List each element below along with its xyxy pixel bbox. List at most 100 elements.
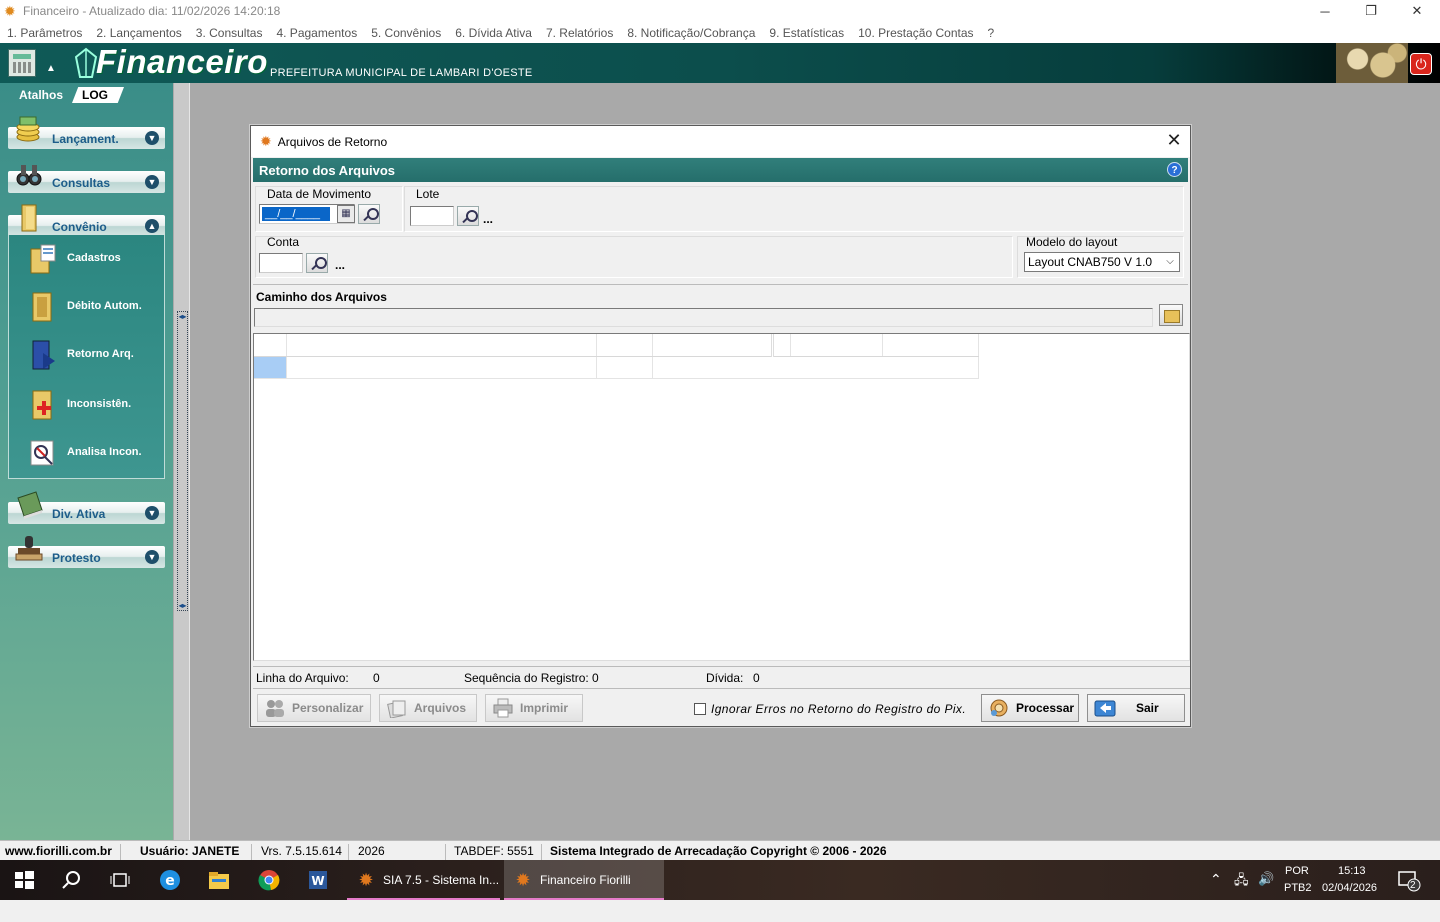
shortcuts-sidebar: Atalhos LOG Lançament. ▼ Consultas ▼ Con… xyxy=(0,83,173,840)
menu-lancamentos[interactable]: 2. Lançamentos xyxy=(96,26,181,40)
menu-prestacao-contas[interactable]: 10. Prestação Contas xyxy=(858,26,973,40)
grid-cell-selected[interactable] xyxy=(254,356,287,379)
search-data-button[interactable] xyxy=(358,204,380,224)
power-icon[interactable]: ⏻ xyxy=(1410,53,1432,75)
chevron-down-icon[interactable]: ▼ xyxy=(145,175,159,189)
splitter-grip[interactable]: ◂▸ ◂▸ xyxy=(177,311,188,611)
menu-divida-ativa[interactable]: 6. Dívida Ativa xyxy=(455,26,532,40)
menu-estatisticas[interactable]: 9. Estatísticas xyxy=(769,26,844,40)
grid-header-row xyxy=(254,334,979,357)
file-explorer-icon[interactable] xyxy=(207,868,231,892)
site-url[interactable]: www.fiorilli.com.br xyxy=(5,844,121,860)
tab-atalhos[interactable]: Atalhos xyxy=(19,88,63,102)
grid-cell[interactable] xyxy=(772,356,790,379)
collapse-left-icon[interactable]: ◂▸ xyxy=(178,312,187,321)
sidebar-item-cadastros[interactable]: Cadastros xyxy=(9,239,164,279)
tab-log[interactable]: LOG xyxy=(72,87,124,103)
menu-consultas[interactable]: 3. Consultas xyxy=(196,26,263,40)
taskbar-app-financeiro[interactable]: ✹ Financeiro Fiorilli xyxy=(504,860,664,900)
tray-chevron-icon[interactable]: ⌃ xyxy=(1210,871,1222,911)
arquivos-retorno-dialog: ✹ Arquivos de Retorno ✕ Retorno dos Arqu… xyxy=(250,125,1191,727)
minimize-button[interactable]: ─ xyxy=(1302,0,1348,22)
personalizar-button[interactable]: Personalizar xyxy=(257,694,371,722)
taskbar-app-sia[interactable]: ✹ SIA 7.5 - Sistema In... xyxy=(347,860,500,900)
fiorilli-app-icon: ✹ xyxy=(515,870,531,890)
grid-header-cell[interactable] xyxy=(596,334,653,357)
caret-up-icon[interactable]: ▲ xyxy=(46,63,56,74)
close-window-button[interactable]: ✕ xyxy=(1394,0,1440,22)
sidebar-splitter[interactable]: ◂▸ ◂▸ xyxy=(173,83,190,840)
arquivos-button[interactable]: Arquivos xyxy=(379,694,477,722)
processar-button[interactable]: Processar xyxy=(981,694,1079,722)
menu-notificacao[interactable]: 8. Notificação/Cobrança xyxy=(627,26,755,40)
grid-header-cell[interactable] xyxy=(772,334,791,357)
search-icon[interactable] xyxy=(60,868,84,892)
grid-header-cell[interactable] xyxy=(882,334,979,357)
word-icon[interactable]: W xyxy=(306,868,330,892)
sidebar-group-div-ativa[interactable]: Div. Ativa ▼ xyxy=(8,491,165,524)
chevron-down-icon[interactable]: ▼ xyxy=(145,131,159,145)
grid-cell[interactable] xyxy=(652,356,772,379)
chevron-up-icon[interactable]: ▲ xyxy=(145,219,159,233)
sidebar-item-retorno-arq[interactable]: Retorno Arq. xyxy=(9,335,164,375)
modelo-layout-select[interactable]: Layout CNAB750 V 1.0 ⌵ xyxy=(1024,252,1180,272)
sidebar-group-protesto[interactable]: Protesto ▼ xyxy=(8,536,165,568)
grid-header-cell[interactable] xyxy=(652,334,774,357)
restore-button[interactable]: ❐ xyxy=(1348,0,1394,22)
grid-header-cell[interactable] xyxy=(286,334,597,357)
search-conta-button[interactable] xyxy=(306,253,328,273)
ignorar-erros-checkbox[interactable] xyxy=(694,703,706,715)
imprimir-button[interactable]: Imprimir xyxy=(485,694,583,722)
grid-cell[interactable] xyxy=(286,356,597,379)
imprimir-label: Imprimir xyxy=(520,701,569,715)
grid-cell[interactable] xyxy=(596,356,653,379)
caminho-arquivos-input[interactable] xyxy=(254,308,1153,327)
arquivos-grid[interactable] xyxy=(253,333,1190,661)
sequencia-registro-label: Sequência do Registro: xyxy=(464,671,589,685)
chrome-icon[interactable] xyxy=(257,868,281,892)
calendar-icon[interactable]: ▦ xyxy=(337,205,355,223)
menu-help[interactable]: ? xyxy=(988,26,995,40)
calculator-icon[interactable] xyxy=(8,49,36,77)
modelo-layout-label: Modelo do layout xyxy=(1026,235,1118,249)
collapse-right-icon[interactable]: ◂▸ xyxy=(178,601,187,610)
task-view-icon[interactable] xyxy=(108,868,132,892)
chevron-down-icon[interactable]: ▼ xyxy=(145,506,159,520)
volume-icon[interactable]: 🔊 xyxy=(1258,871,1274,911)
menu-relatorios[interactable]: 7. Relatórios xyxy=(546,26,613,40)
network-icon[interactable]: 🖧 xyxy=(1234,871,1249,911)
menu-parametros[interactable]: 1. Parâmetros xyxy=(7,26,82,40)
divida-label: Dívida: xyxy=(706,671,744,685)
divider xyxy=(253,284,1188,285)
grid-header-cell[interactable] xyxy=(790,334,883,357)
browse-folder-button[interactable] xyxy=(1159,304,1183,326)
windows-start-icon[interactable] xyxy=(12,868,36,892)
chevron-down-icon[interactable]: ▼ xyxy=(145,550,159,564)
grid-cell[interactable] xyxy=(882,356,979,379)
keyboard-layout-indicator[interactable]: PTB2 xyxy=(1284,882,1312,922)
lote-input[interactable] xyxy=(410,206,454,226)
sair-label: Sair xyxy=(1136,701,1159,715)
sidebar-item-debito-autom[interactable]: Débito Autom. xyxy=(9,287,164,327)
exit-icon xyxy=(1094,700,1116,717)
edge-icon[interactable]: e xyxy=(158,868,182,892)
sidebar-header: Atalhos LOG xyxy=(0,83,173,105)
menu-pagamentos[interactable]: 4. Pagamentos xyxy=(276,26,357,40)
grid-header-cell[interactable] xyxy=(254,334,287,357)
sair-button[interactable]: Sair xyxy=(1087,694,1185,722)
sidebar-item-inconsistencias[interactable]: Inconsistên. xyxy=(9,385,164,425)
sidebar-group-convenio[interactable]: Convênio ▲ xyxy=(8,204,165,237)
conta-input[interactable] xyxy=(259,253,303,273)
clock-date[interactable]: 02/04/2026 xyxy=(1322,882,1377,922)
ignorar-erros-label[interactable]: Ignorar Erros no Retorno do Registro do … xyxy=(711,702,966,716)
help-icon[interactable]: ? xyxy=(1167,162,1182,177)
table-row[interactable] xyxy=(254,356,979,379)
taskbar-app-label: SIA 7.5 - Sistema In... xyxy=(383,873,500,887)
sidebar-group-lancamentos[interactable]: Lançament. ▼ xyxy=(8,116,165,149)
search-lote-button[interactable] xyxy=(457,206,479,226)
sidebar-group-consultas[interactable]: Consultas ▼ xyxy=(8,165,165,193)
dialog-close-button[interactable]: ✕ xyxy=(1164,130,1184,150)
menu-convenios[interactable]: 5. Convênios xyxy=(371,26,441,40)
sidebar-item-analisa-incon[interactable]: Analisa Incon. xyxy=(9,433,164,473)
grid-cell[interactable] xyxy=(790,356,882,379)
